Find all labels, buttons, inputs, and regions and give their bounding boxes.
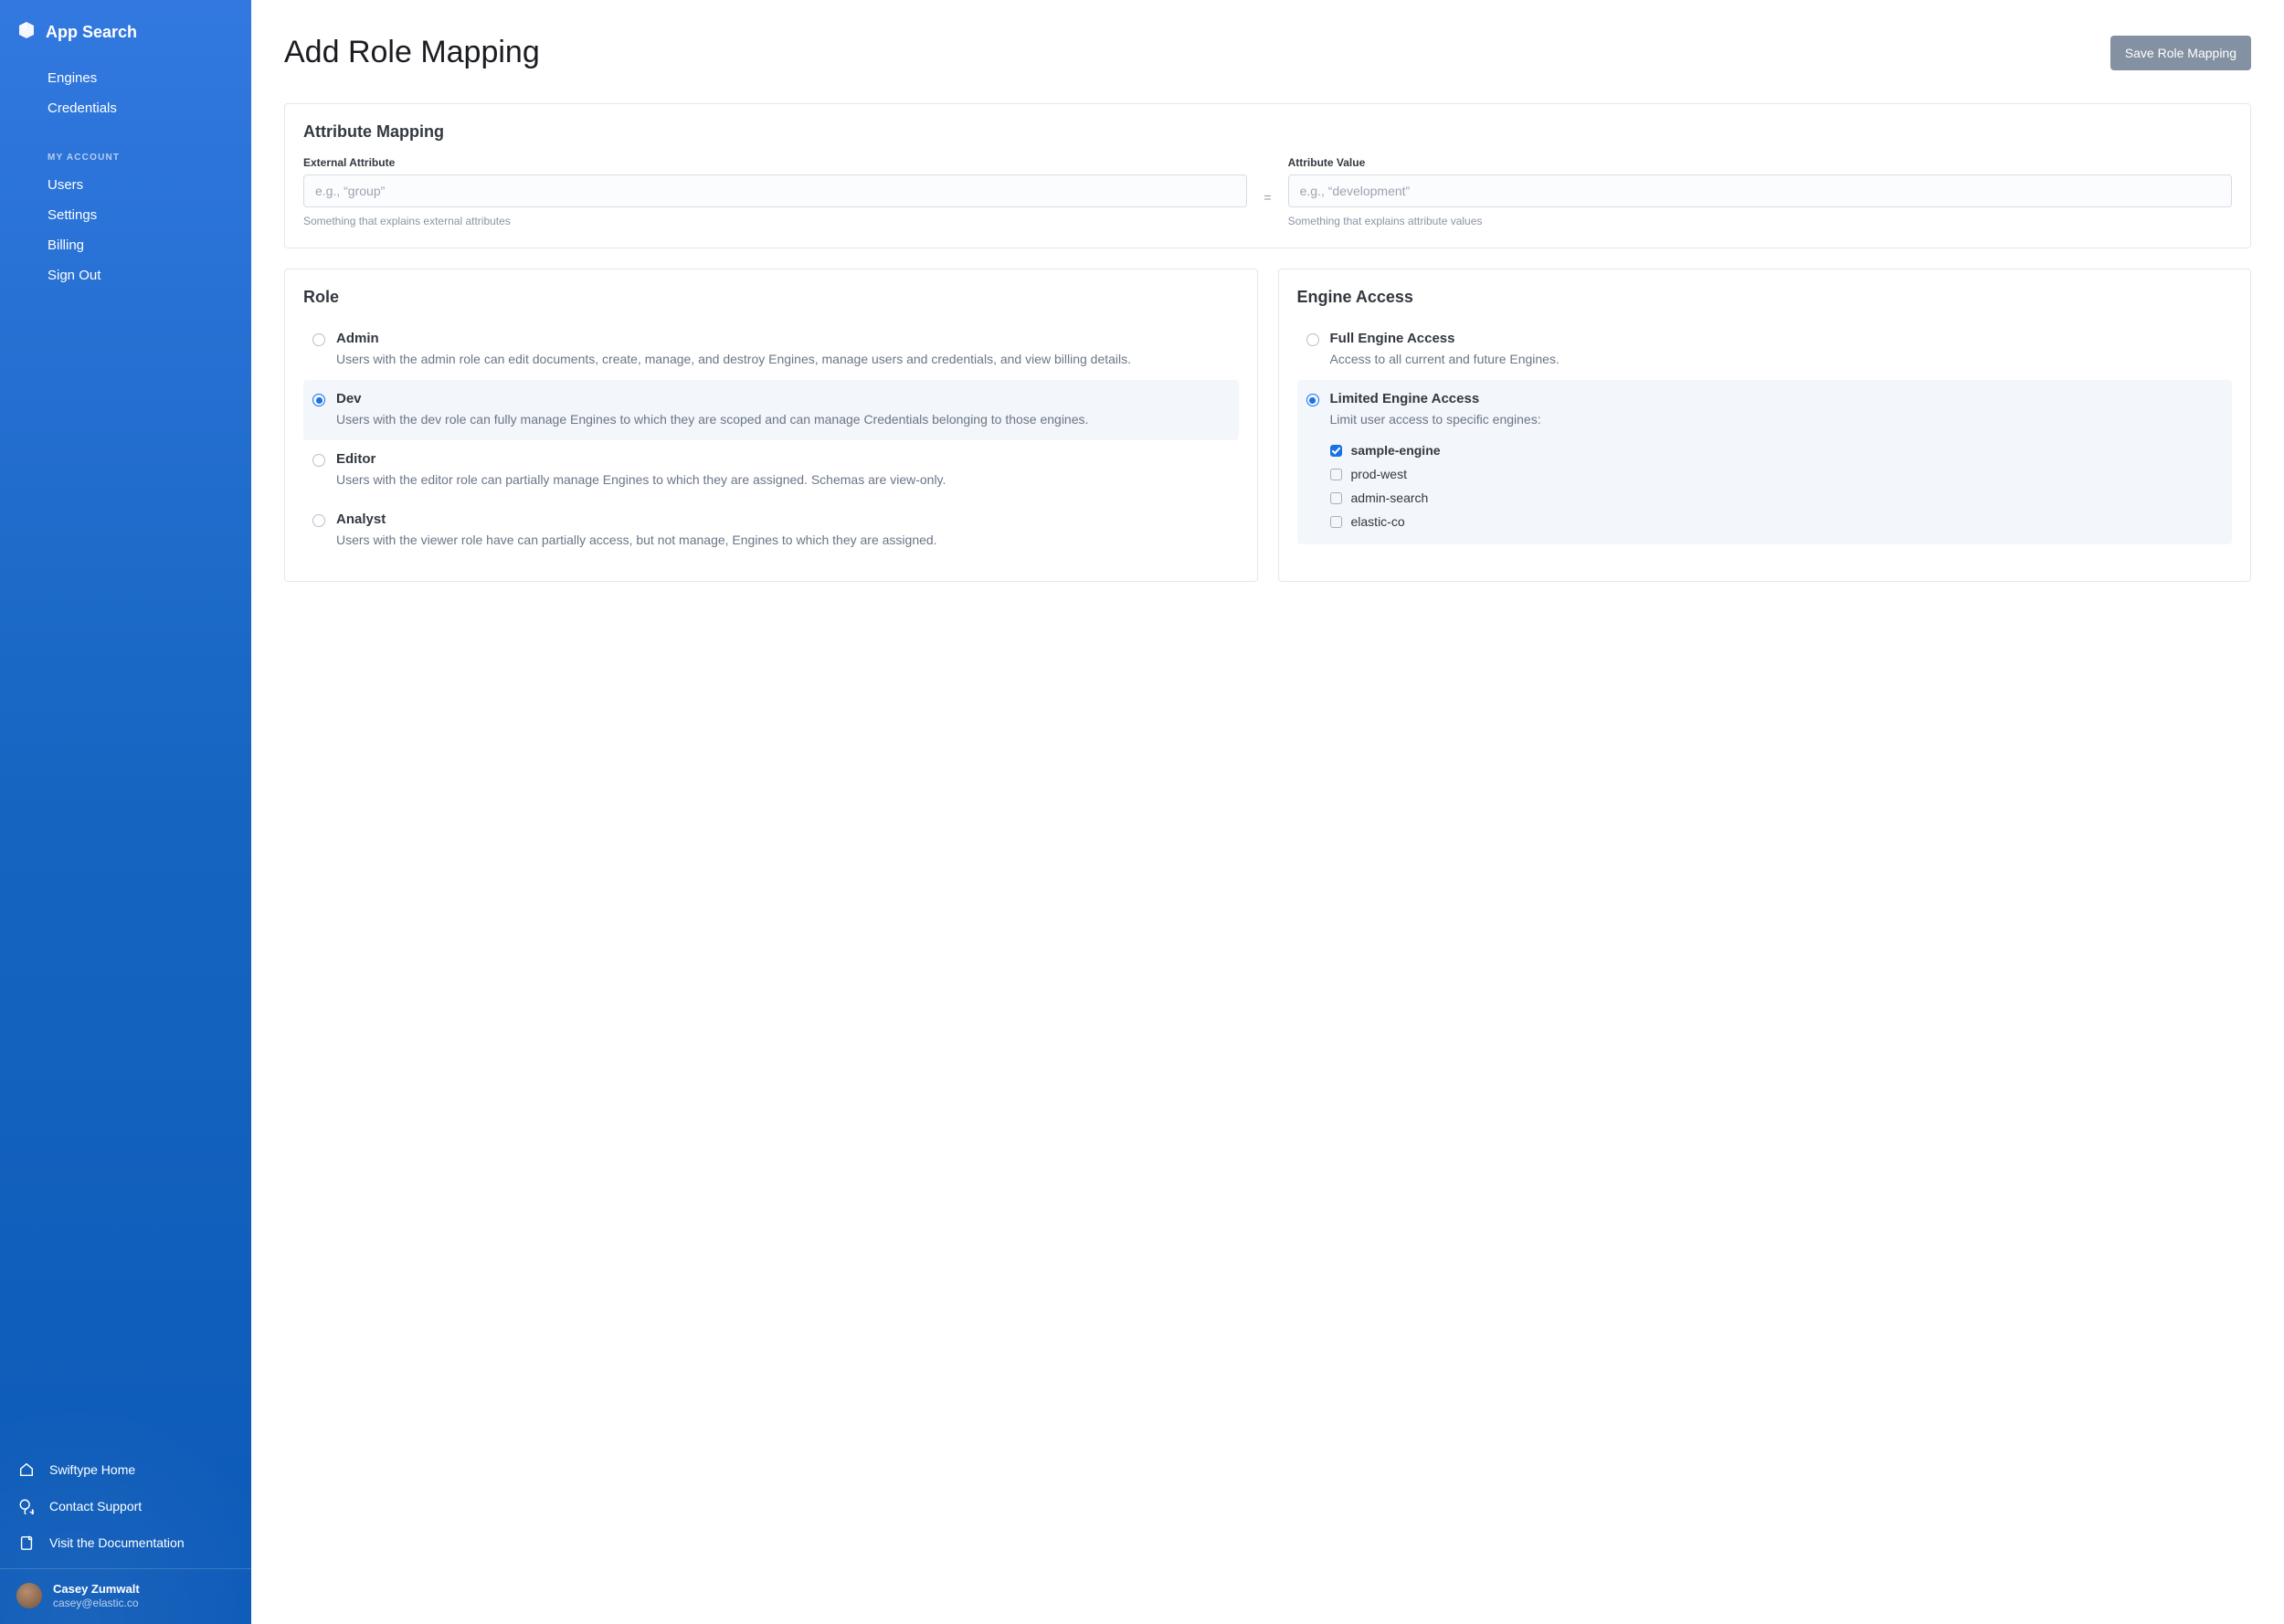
external-attribute-input[interactable]	[303, 174, 1247, 207]
user-name: Casey Zumwalt	[53, 1582, 140, 1597]
radio-icon	[312, 514, 325, 527]
link-documentation[interactable]: Visit the Documentation	[0, 1524, 251, 1561]
page-title: Add Role Mapping	[284, 35, 540, 70]
attribute-mapping-title: Attribute Mapping	[303, 122, 2232, 142]
radio-icon	[1306, 333, 1319, 346]
sidebar-bottom-links: Swiftype Home Contact Support Visit the …	[0, 1444, 251, 1568]
nav-engines[interactable]: Engines	[0, 63, 251, 93]
attribute-value-label: Attribute Value	[1288, 156, 2232, 169]
engine-checkbox-admin-search[interactable]: admin-search	[1330, 486, 2224, 510]
document-icon	[16, 1534, 37, 1551]
engine-checkbox-elastic-co[interactable]: elastic-co	[1330, 510, 2224, 533]
radio-icon	[312, 333, 325, 346]
role-title: Role	[303, 288, 1239, 307]
role-option-desc: Users with the dev role can fully manage…	[336, 410, 1230, 429]
attribute-value-hint: Something that explains attribute values	[1288, 215, 2232, 227]
checkbox-icon	[1330, 445, 1342, 457]
nav-billing[interactable]: Billing	[0, 230, 251, 260]
checkbox-icon	[1330, 492, 1342, 504]
role-option-title: Analyst	[336, 511, 1230, 527]
engine-name: sample-engine	[1351, 443, 1441, 458]
role-option-title: Dev	[336, 391, 1230, 406]
attribute-value-input[interactable]	[1288, 174, 2232, 207]
role-option-title: Admin	[336, 331, 1230, 346]
account-nav: Users Settings Billing Sign Out	[0, 170, 251, 298]
nav-section-header: MY ACCOUNT	[0, 131, 251, 170]
radio-icon	[312, 454, 325, 467]
user-email: casey@elastic.co	[53, 1597, 140, 1609]
equals-sign: =	[1264, 179, 1271, 205]
engine-name: admin-search	[1351, 490, 1429, 505]
avatar	[16, 1583, 42, 1608]
nav-settings[interactable]: Settings	[0, 200, 251, 230]
role-option-admin[interactable]: Admin Users with the admin role can edit …	[303, 320, 1239, 380]
engine-access-option-full[interactable]: Full Engine Access Access to all current …	[1297, 320, 2233, 380]
engine-access-option-desc: Access to all current and future Engines…	[1330, 350, 2224, 369]
home-icon	[16, 1461, 37, 1478]
primary-nav: Engines Credentials	[0, 63, 251, 131]
link-swiftype-home[interactable]: Swiftype Home	[0, 1451, 251, 1488]
engine-checkbox-prod-west[interactable]: prod-west	[1330, 462, 2224, 486]
main-content: Add Role Mapping Save Role Mapping Attri…	[251, 0, 2284, 1624]
radio-icon	[312, 394, 325, 406]
radio-icon	[1306, 394, 1319, 406]
role-option-analyst[interactable]: Analyst Users with the viewer role have c…	[303, 501, 1239, 561]
checkbox-icon	[1330, 469, 1342, 480]
role-option-title: Editor	[336, 451, 1230, 467]
user-profile[interactable]: Casey Zumwalt casey@elastic.co	[0, 1568, 251, 1624]
nav-users[interactable]: Users	[0, 170, 251, 200]
attribute-mapping-card: Attribute Mapping External Attribute Som…	[284, 103, 2251, 248]
engine-checkbox-sample-engine[interactable]: sample-engine	[1330, 438, 2224, 462]
checkbox-icon	[1330, 516, 1342, 528]
nav-credentials[interactable]: Credentials	[0, 93, 251, 123]
app-search-logo-icon	[16, 20, 37, 45]
engine-access-option-title: Limited Engine Access	[1330, 391, 2224, 406]
role-card: Role Admin Users with the admin role can …	[284, 269, 1258, 582]
role-option-editor[interactable]: Editor Users with the editor role can par…	[303, 440, 1239, 501]
brand-name: App Search	[46, 23, 137, 42]
engine-name: elastic-co	[1351, 514, 1405, 529]
engine-access-option-desc: Limit user access to specific engines:	[1330, 410, 2224, 429]
save-role-mapping-button[interactable]: Save Role Mapping	[2110, 36, 2251, 70]
engine-access-option-title: Full Engine Access	[1330, 331, 2224, 346]
engine-name: prod-west	[1351, 467, 1407, 481]
engine-access-card: Engine Access Full Engine Access Access t…	[1278, 269, 2252, 582]
brand-logo[interactable]: App Search	[0, 16, 251, 63]
engine-access-option-limited[interactable]: Limited Engine Access Limit user access t…	[1297, 380, 2233, 544]
role-option-dev[interactable]: Dev Users with the dev role can fully man…	[303, 380, 1239, 440]
sidebar: App Search Engines Credentials MY ACCOUN…	[0, 0, 251, 1624]
role-option-desc: Users with the viewer role have can part…	[336, 531, 1230, 550]
chat-icon	[16, 1498, 37, 1514]
external-attribute-hint: Something that explains external attribu…	[303, 215, 1247, 227]
engine-list: sample-engine prod-west admin-search elasti…	[1330, 438, 2224, 533]
external-attribute-label: External Attribute	[303, 156, 1247, 169]
engine-access-title: Engine Access	[1297, 288, 2233, 307]
nav-sign-out[interactable]: Sign Out	[0, 260, 251, 290]
role-option-desc: Users with the editor role can partially…	[336, 470, 1230, 490]
page-header: Add Role Mapping Save Role Mapping	[284, 35, 2251, 70]
role-option-desc: Users with the admin role can edit docum…	[336, 350, 1230, 369]
link-contact-support[interactable]: Contact Support	[0, 1488, 251, 1524]
